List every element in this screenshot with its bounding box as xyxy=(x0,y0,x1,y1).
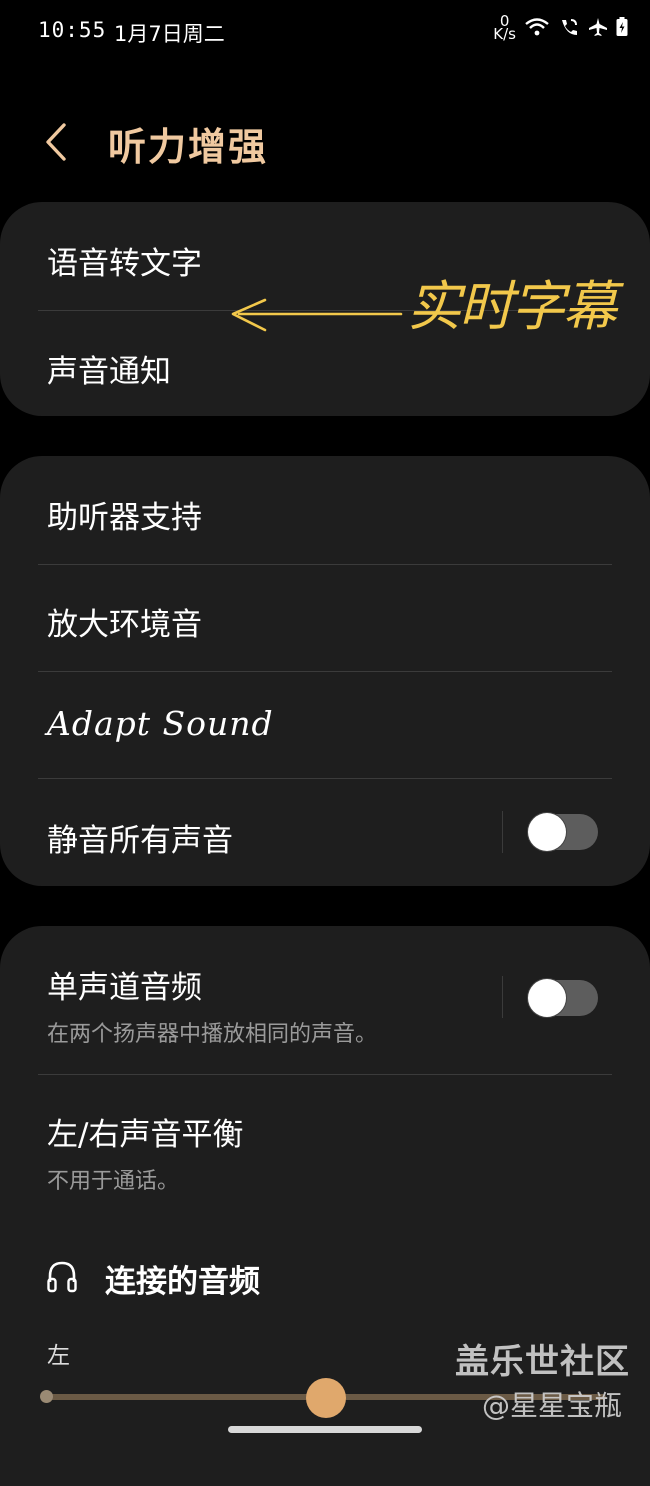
setting-label: 静音所有声音 xyxy=(47,823,233,859)
setting-mute-all-sounds[interactable]: 静音所有声音 xyxy=(0,779,650,886)
battery-icon xyxy=(616,17,628,41)
balance-slider-start-dot xyxy=(40,1390,53,1403)
setting-label: Adapt Sound xyxy=(47,704,274,743)
status-icons: 0 K/s xyxy=(493,14,628,43)
wifi-calling-icon xyxy=(558,17,580,41)
status-time: 10:55 xyxy=(38,18,107,42)
toggle-knob xyxy=(528,979,566,1017)
airplane-mode-icon xyxy=(588,17,608,41)
balance-left-label: 左 xyxy=(47,1343,70,1369)
vertical-divider xyxy=(502,811,503,853)
status-bar: 10:55 1月7日周二 0 K/s xyxy=(0,0,650,64)
setting-left-right-balance: 左/右声音平衡 不用于通话。 xyxy=(0,1075,650,1195)
setting-label: 声音通知 xyxy=(47,354,171,390)
setting-label: 左/右声音平衡 xyxy=(47,1117,244,1153)
setting-amplify-ambient-sound[interactable]: 放大环境音 xyxy=(0,565,650,671)
setting-hearing-aid-support[interactable]: 助听器支持 xyxy=(0,456,650,564)
setting-adapt-sound[interactable]: Adapt Sound xyxy=(0,672,650,778)
watermark-author: @星星宝瓶 xyxy=(482,1389,623,1422)
net-speed-indicator: 0 K/s xyxy=(493,14,516,43)
mute-all-toggle[interactable] xyxy=(528,813,598,851)
chevron-left-icon xyxy=(46,123,66,161)
wifi-icon xyxy=(524,17,550,41)
watermark-community: 盖乐世社区 xyxy=(455,1342,630,1382)
setting-label: 助听器支持 xyxy=(47,500,202,536)
setting-label: 语音转文字 xyxy=(47,246,202,282)
net-speed-unit: K/s xyxy=(493,25,516,43)
headphones-icon xyxy=(47,1261,77,1293)
home-gesture-bar[interactable] xyxy=(228,1426,422,1433)
setting-description: 在两个扬声器中播放相同的声音。 xyxy=(47,1022,378,1047)
balance-slider-thumb[interactable] xyxy=(306,1378,346,1418)
status-date: 1月7日周二 xyxy=(114,22,225,46)
setting-label: 单声道音频 xyxy=(47,970,202,1006)
back-button[interactable] xyxy=(44,118,84,166)
settings-card-2: 助听器支持 放大环境音 Adapt Sound 静音所有声音 xyxy=(0,456,650,886)
annotation-text: 实时字幕 xyxy=(407,275,617,338)
mono-audio-toggle[interactable] xyxy=(528,979,598,1017)
setting-mono-audio[interactable]: 单声道音频 在两个扬声器中播放相同的声音。 xyxy=(0,926,650,1074)
toggle-knob xyxy=(528,813,566,851)
setting-label: 放大环境音 xyxy=(47,607,202,643)
annotation-arrow xyxy=(231,298,403,332)
page-title: 听力增强 xyxy=(108,125,269,169)
setting-description: 不用于通话。 xyxy=(47,1169,180,1194)
vertical-divider xyxy=(502,976,503,1018)
connected-audio-heading: 连接的音频 xyxy=(105,1264,260,1300)
